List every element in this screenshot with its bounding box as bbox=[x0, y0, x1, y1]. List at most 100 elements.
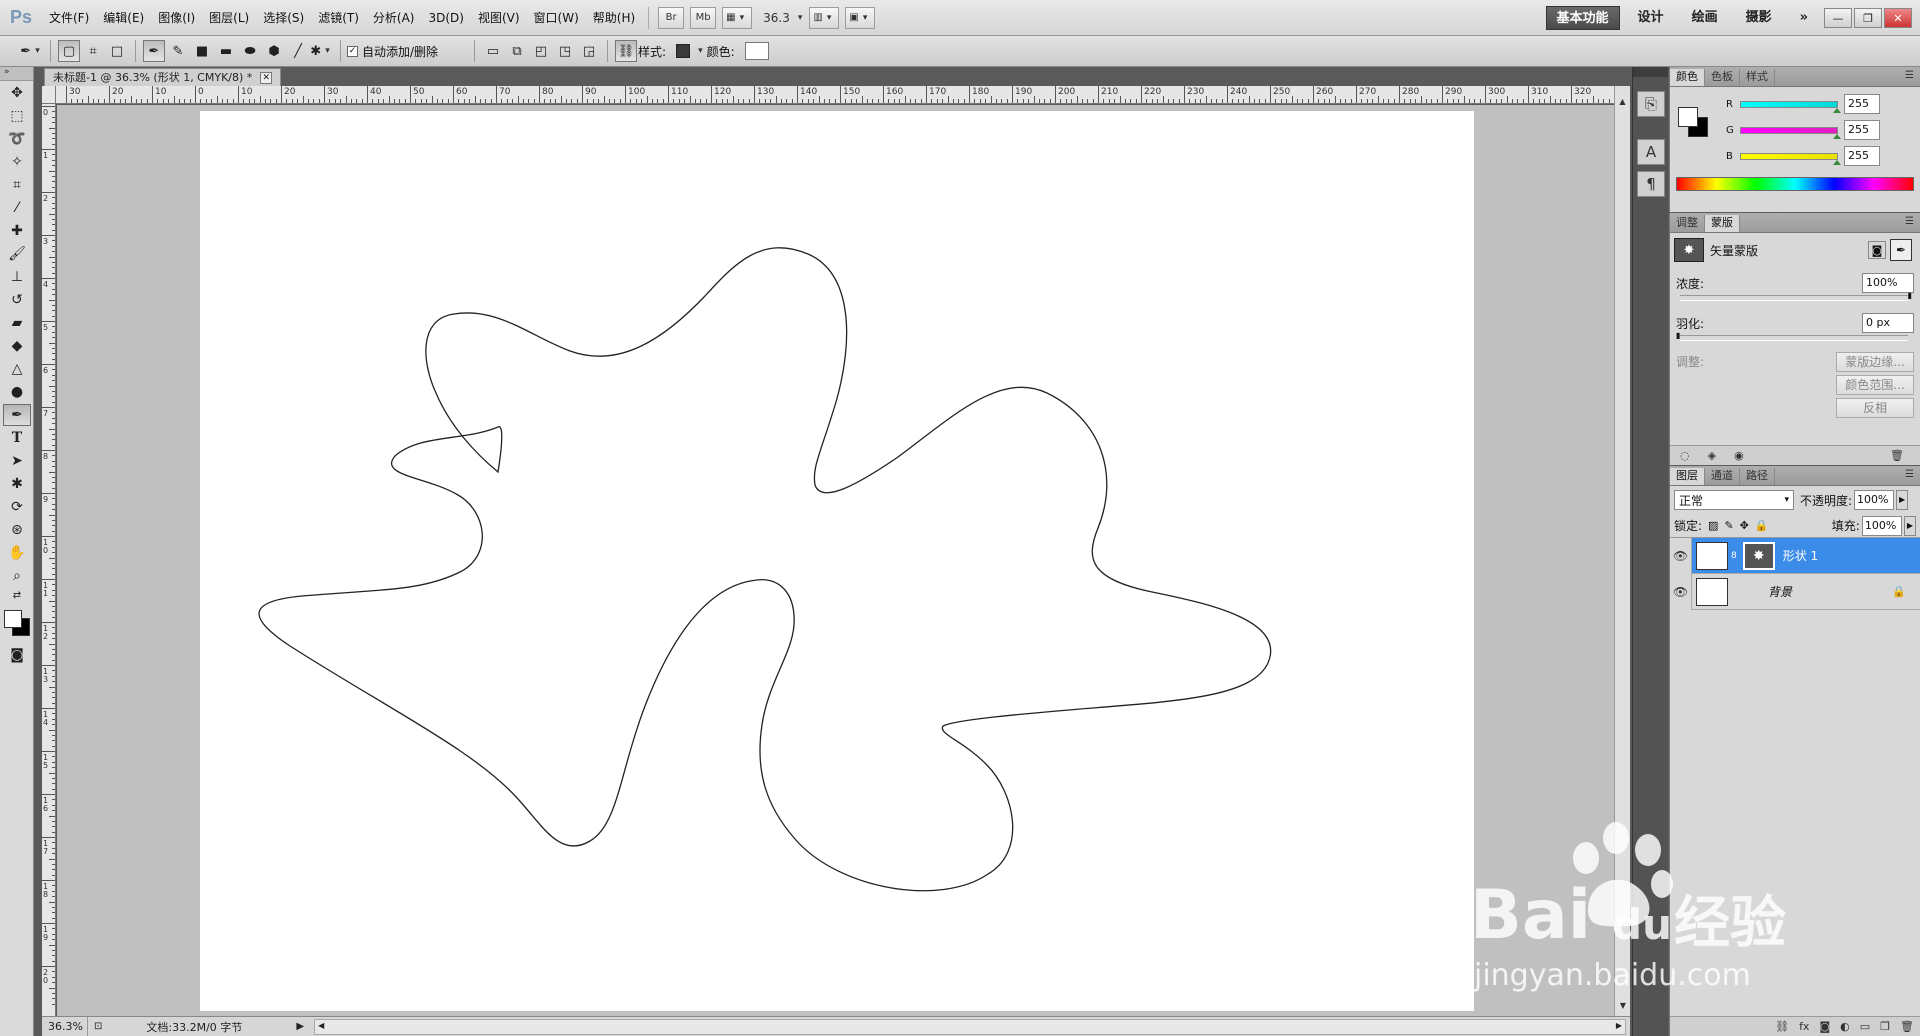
layer-fill-thumbnail[interactable] bbox=[1696, 541, 1728, 570]
history-brush-tool[interactable]: ↺ bbox=[3, 289, 31, 311]
tab-adjustments[interactable]: 调整 bbox=[1670, 215, 1705, 232]
status-menu-arrow-icon[interactable]: ▶ bbox=[296, 1021, 304, 1032]
line-option[interactable]: ╱ bbox=[287, 40, 309, 62]
menu-help[interactable]: 帮助(H) bbox=[586, 0, 642, 36]
hand-tool[interactable]: ✋ bbox=[3, 542, 31, 564]
vector-mask-thumbnail[interactable]: ✸ bbox=[1674, 238, 1704, 262]
menu-edit[interactable]: 编辑(E) bbox=[96, 0, 151, 36]
swap-colors[interactable]: ⇄ bbox=[3, 588, 31, 602]
paths-mode[interactable]: ⌗ bbox=[82, 40, 104, 62]
visibility-eye-icon[interactable]: 👁 bbox=[1670, 537, 1692, 574]
clone-stamp-tool[interactable]: ⊥ bbox=[3, 266, 31, 288]
density-slider[interactable]: ▮ bbox=[1680, 291, 1912, 301]
workspace-painting[interactable]: 绘画 bbox=[1682, 6, 1728, 30]
eraser-tool[interactable]: ▰ bbox=[3, 312, 31, 334]
scroll-left-icon[interactable]: ◀ bbox=[318, 1021, 324, 1030]
3d-rotate-tool[interactable]: ⟳ bbox=[3, 496, 31, 518]
type-tool[interactable]: T bbox=[3, 427, 31, 449]
vertical-ruler[interactable]: 0 1 2 3 4 5 6 7 8 9 10 11 12 13 14 15 16 17 18 19 20 bbox=[42, 104, 56, 1016]
layer-name[interactable]: 形状 1 bbox=[1783, 547, 1818, 564]
quick-selection-tool[interactable]: ✧ bbox=[3, 151, 31, 173]
tab-masks[interactable]: 蒙版 bbox=[1705, 215, 1740, 232]
load-selection-icon[interactable]: ◌ bbox=[1680, 449, 1690, 462]
fill-input[interactable]: 100% bbox=[1861, 515, 1902, 536]
blend-mode-select[interactable]: 正常 ▾ bbox=[1674, 490, 1794, 510]
tab-swatches[interactable]: 色板 bbox=[1705, 69, 1740, 86]
opacity-arrow-icon[interactable]: ▶ bbox=[1896, 490, 1909, 510]
rectangle-option[interactable]: ■ bbox=[191, 40, 213, 62]
custom-shape-option[interactable]: ✱ ▾ bbox=[310, 40, 333, 62]
status-zoom-field[interactable]: 36.3% bbox=[42, 1016, 88, 1036]
color-swatch[interactable] bbox=[744, 42, 769, 60]
quick-mask-mode[interactable]: ◙ bbox=[3, 644, 31, 666]
lock-all-icon[interactable]: 🔒 bbox=[1755, 519, 1769, 532]
spectrum-ramp[interactable] bbox=[1676, 177, 1914, 191]
crop-tool[interactable]: ⌗ bbox=[3, 174, 31, 196]
minimize-button[interactable]: — bbox=[1824, 8, 1852, 28]
tab-layers[interactable]: 图层 bbox=[1670, 468, 1705, 485]
auto-add-delete-checkbox[interactable]: ✓ bbox=[347, 45, 358, 57]
green-value-input[interactable]: 255 bbox=[1844, 120, 1880, 140]
character-panel-button[interactable]: A bbox=[1637, 139, 1665, 165]
lock-position-icon[interactable]: ✥ bbox=[1740, 519, 1749, 532]
workspace-photography[interactable]: 摄影 bbox=[1736, 6, 1782, 30]
menu-window[interactable]: 窗口(W) bbox=[527, 0, 586, 36]
color-range-button[interactable]: 颜色范围... bbox=[1836, 375, 1914, 395]
paint-bucket-tool[interactable]: ◆ bbox=[3, 335, 31, 357]
path-selection-tool[interactable]: ➤ bbox=[3, 450, 31, 472]
subtract-from-shape-area[interactable]: ◰ bbox=[530, 40, 552, 62]
group-icon[interactable]: ▭ bbox=[1860, 1020, 1870, 1033]
document-info[interactable]: 文档:33.2M/0 字节 bbox=[146, 1019, 286, 1035]
shape-path[interactable] bbox=[200, 111, 1474, 1011]
brush-tool[interactable]: 🖌 bbox=[3, 243, 31, 265]
panel-menu-icon[interactable]: ☰ bbox=[1905, 70, 1914, 81]
slider-thumb-icon[interactable]: ▮ bbox=[1676, 331, 1680, 340]
lock-pixels-icon[interactable]: ✎ bbox=[1724, 519, 1733, 532]
adjustment-layer-icon[interactable]: ◐ bbox=[1840, 1020, 1850, 1033]
red-slider[interactable] bbox=[1740, 100, 1841, 113]
menu-select[interactable]: 选择(S) bbox=[256, 0, 311, 36]
vector-mask-button[interactable]: ✒ bbox=[1890, 239, 1912, 261]
marquee-tool[interactable]: ⬚ bbox=[3, 105, 31, 127]
vector-mask-thumbnail[interactable]: ✸ bbox=[1742, 541, 1775, 570]
scroll-down-icon[interactable]: ▼ bbox=[1615, 998, 1631, 1014]
shape-tool[interactable]: ✱ bbox=[3, 473, 31, 495]
foreground-background-colors[interactable] bbox=[2, 608, 32, 638]
trash-icon[interactable]: 🗑 bbox=[1900, 1020, 1914, 1033]
feather-input[interactable]: 0 px bbox=[1862, 313, 1914, 333]
screen-mode-button[interactable]: ▣ ▾ bbox=[845, 6, 876, 29]
intersect-shape-areas[interactable]: ◳ bbox=[554, 40, 576, 62]
layer-style-icon[interactable]: fx bbox=[1799, 1020, 1809, 1033]
canvas-workspace[interactable] bbox=[57, 105, 1614, 1016]
blue-value-input[interactable]: 255 bbox=[1844, 146, 1880, 166]
fill-pixels-mode[interactable]: □ bbox=[106, 40, 128, 62]
eye-icon[interactable]: ◉ bbox=[1734, 449, 1744, 462]
chevron-down-icon[interactable]: ▾ bbox=[698, 46, 703, 56]
healing-brush-tool[interactable]: ✚ bbox=[3, 220, 31, 242]
restore-button[interactable]: ❐ bbox=[1854, 8, 1882, 28]
panel-menu-icon[interactable]: ☰ bbox=[1905, 216, 1914, 227]
layer-row-shape-1[interactable]: 👁 8 ✸ 形状 1 bbox=[1670, 537, 1920, 574]
pixel-mask-button[interactable]: ◙ bbox=[1868, 241, 1886, 259]
add-mask-icon[interactable]: ◙ bbox=[1819, 1020, 1830, 1033]
bridge-button[interactable]: Br bbox=[658, 6, 685, 29]
close-button[interactable]: ✕ bbox=[1884, 8, 1912, 28]
tab-styles[interactable]: 样式 bbox=[1740, 69, 1775, 86]
create-new-shape-layer[interactable]: ▭ bbox=[482, 40, 504, 62]
zoom-level[interactable]: 36.3 bbox=[763, 11, 790, 25]
shape-layers-mode[interactable]: ▢ bbox=[58, 40, 80, 62]
apply-mask-icon[interactable]: ◈ bbox=[1708, 449, 1716, 462]
view-extras-button[interactable]: ▦ ▾ bbox=[722, 6, 753, 29]
green-slider[interactable] bbox=[1740, 126, 1841, 139]
tab-color[interactable]: 颜色 bbox=[1670, 69, 1705, 86]
fill-arrow-icon[interactable]: ▶ bbox=[1903, 515, 1916, 536]
mask-edge-button[interactable]: 蒙版边缘... bbox=[1836, 352, 1914, 372]
layer-row-background[interactable]: 👁 背景 🔒 bbox=[1670, 573, 1920, 610]
menu-file[interactable]: 文件(F) bbox=[42, 0, 96, 36]
mini-bridge-button[interactable]: Mb bbox=[690, 6, 717, 29]
panel-menu-icon[interactable]: ☰ bbox=[1905, 469, 1914, 480]
color-panel-foreground[interactable] bbox=[1678, 107, 1698, 127]
close-document-icon[interactable]: ✕ bbox=[260, 71, 273, 84]
ellipse-option[interactable]: ⬬ bbox=[239, 40, 261, 62]
menu-3d[interactable]: 3D(D) bbox=[421, 0, 470, 36]
